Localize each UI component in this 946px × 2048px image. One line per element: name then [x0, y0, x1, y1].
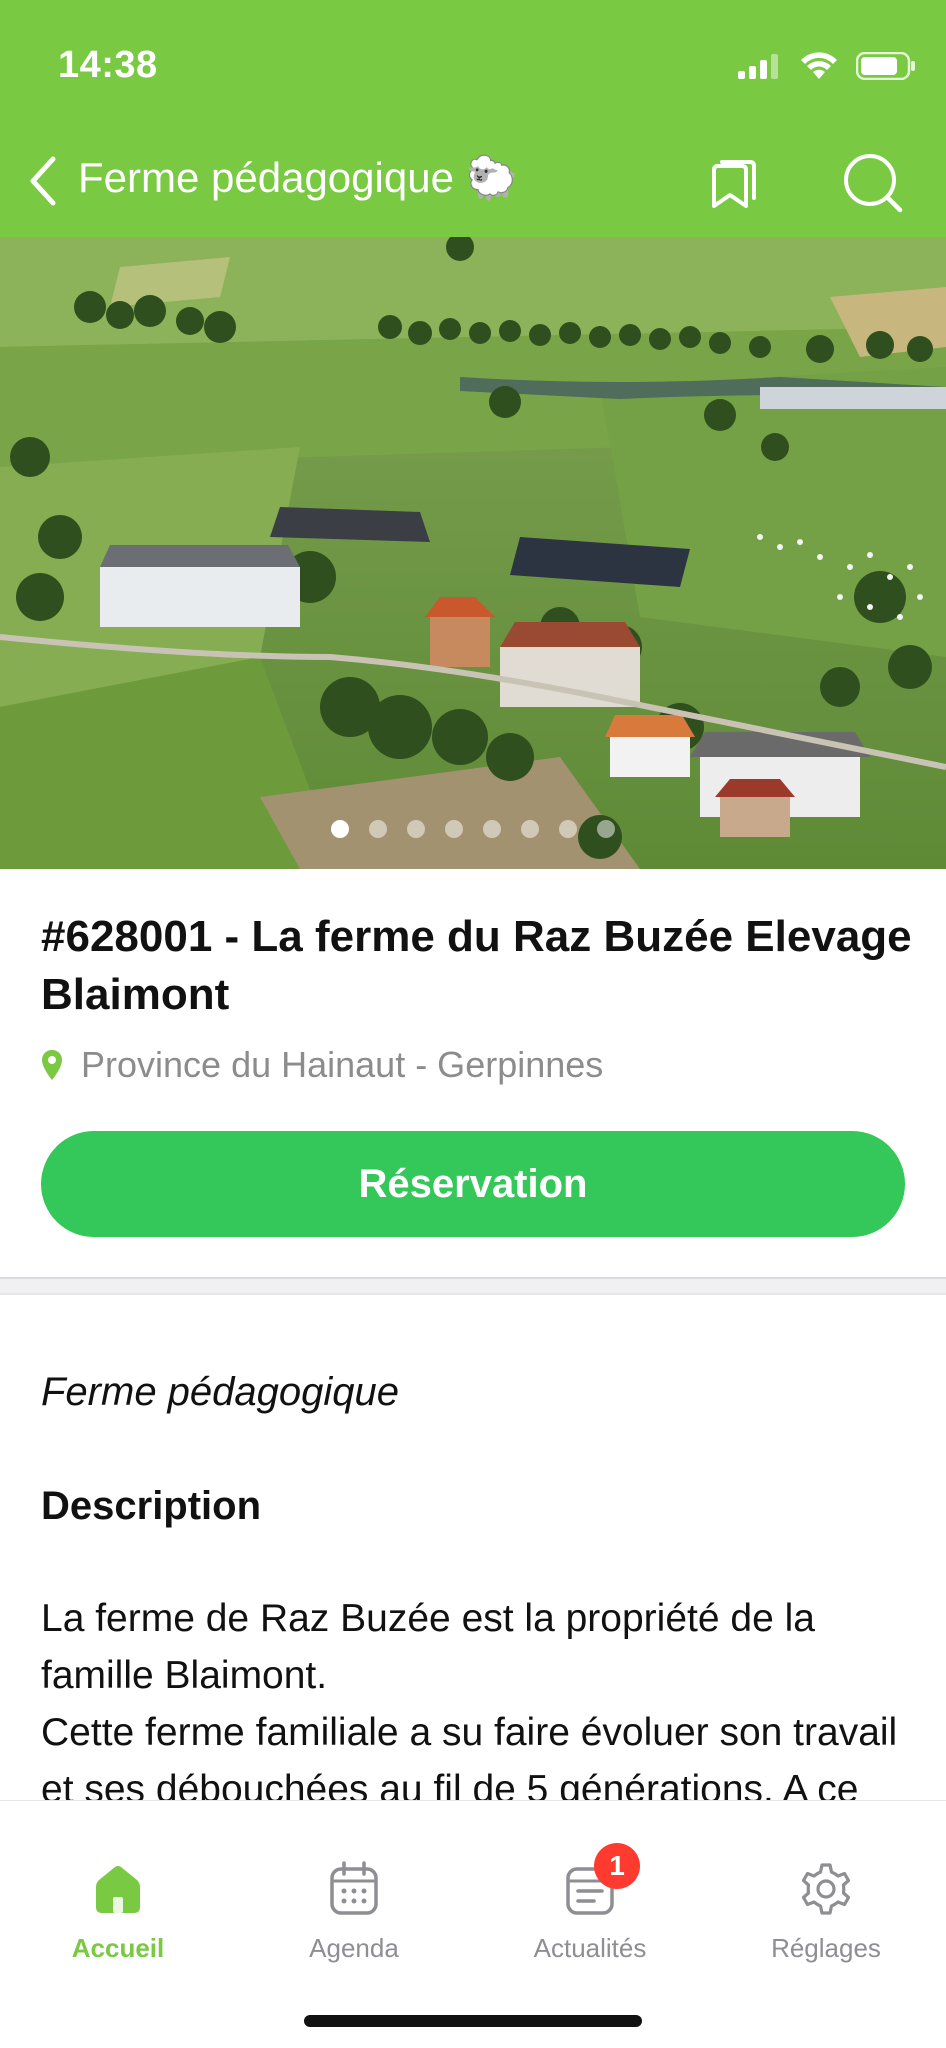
carousel-dot-6[interactable] [521, 820, 539, 838]
status-icons [738, 52, 916, 80]
gear-icon [796, 1859, 856, 1919]
home-icon [88, 1859, 148, 1919]
cellular-signal-icon [738, 54, 778, 79]
photo-carousel[interactable] [0, 237, 946, 869]
reservation-button[interactable]: Réservation [41, 1131, 905, 1237]
carousel-dot-7[interactable] [559, 820, 577, 838]
carousel-pagination[interactable] [0, 820, 946, 838]
battery-icon [856, 52, 915, 80]
tab-label: Agenda [309, 1933, 399, 1963]
back-button[interactable] [20, 153, 66, 209]
carousel-dot-1[interactable] [331, 820, 349, 838]
location-pin-icon [42, 1050, 62, 1080]
carousel-dot-5[interactable] [483, 820, 501, 838]
carousel-dot-2[interactable] [369, 820, 387, 838]
news-icon: 1 [560, 1843, 640, 1919]
calendar-icon [324, 1859, 384, 1919]
listing-title: #628001 - La ferme du Raz Buzée Elevage … [41, 912, 912, 1019]
tab-label: Accueil [71, 1933, 165, 1963]
bookmarks-icon [712, 160, 756, 208]
search-icon [844, 154, 903, 213]
listing-location: Province du Hainaut - Gerpinnes [41, 1044, 603, 1086]
screen: 14:38 Ferme pédagogique 🐑 #628001 - La f… [0, 0, 946, 2048]
tab-bar: Accueil Agenda 1 Actualités Réglages [0, 1800, 946, 2048]
app-header: 14:38 Ferme pédagogique 🐑 [0, 0, 946, 237]
description-heading: Description [41, 1484, 262, 1528]
tab-accueil[interactable]: Accueil [0, 1801, 236, 1981]
chevron-left-icon [30, 156, 56, 206]
tab-agenda[interactable]: Agenda [236, 1801, 472, 1981]
tab-label: Actualités [533, 1933, 647, 1963]
bookmarks-button[interactable] [706, 152, 766, 212]
wifi-icon [801, 52, 837, 79]
tab-actualites[interactable]: 1 Actualités [472, 1801, 708, 1981]
status-time: 14:38 [58, 44, 158, 86]
carousel-dot-3[interactable] [407, 820, 425, 838]
home-indicator[interactable] [304, 2015, 642, 2027]
tab-label: Réglages [771, 1933, 881, 1963]
carousel-dot-4[interactable] [445, 820, 463, 838]
search-button[interactable] [840, 150, 906, 216]
location-text: Province du Hainaut - Gerpinnes [81, 1044, 604, 1085]
section-divider [0, 1277, 946, 1295]
farm-aerial-photo [0, 237, 946, 869]
carousel-dot-8[interactable] [597, 820, 615, 838]
listing-category: Ferme pédagogique [41, 1370, 400, 1414]
tab-reglages[interactable]: Réglages [708, 1801, 944, 1981]
description-text: La ferme de Raz Buzée est la propriété d… [41, 1597, 898, 1800]
nav-title: Ferme pédagogique 🐑 [78, 154, 518, 201]
notification-badge: 1 [594, 1843, 640, 1889]
